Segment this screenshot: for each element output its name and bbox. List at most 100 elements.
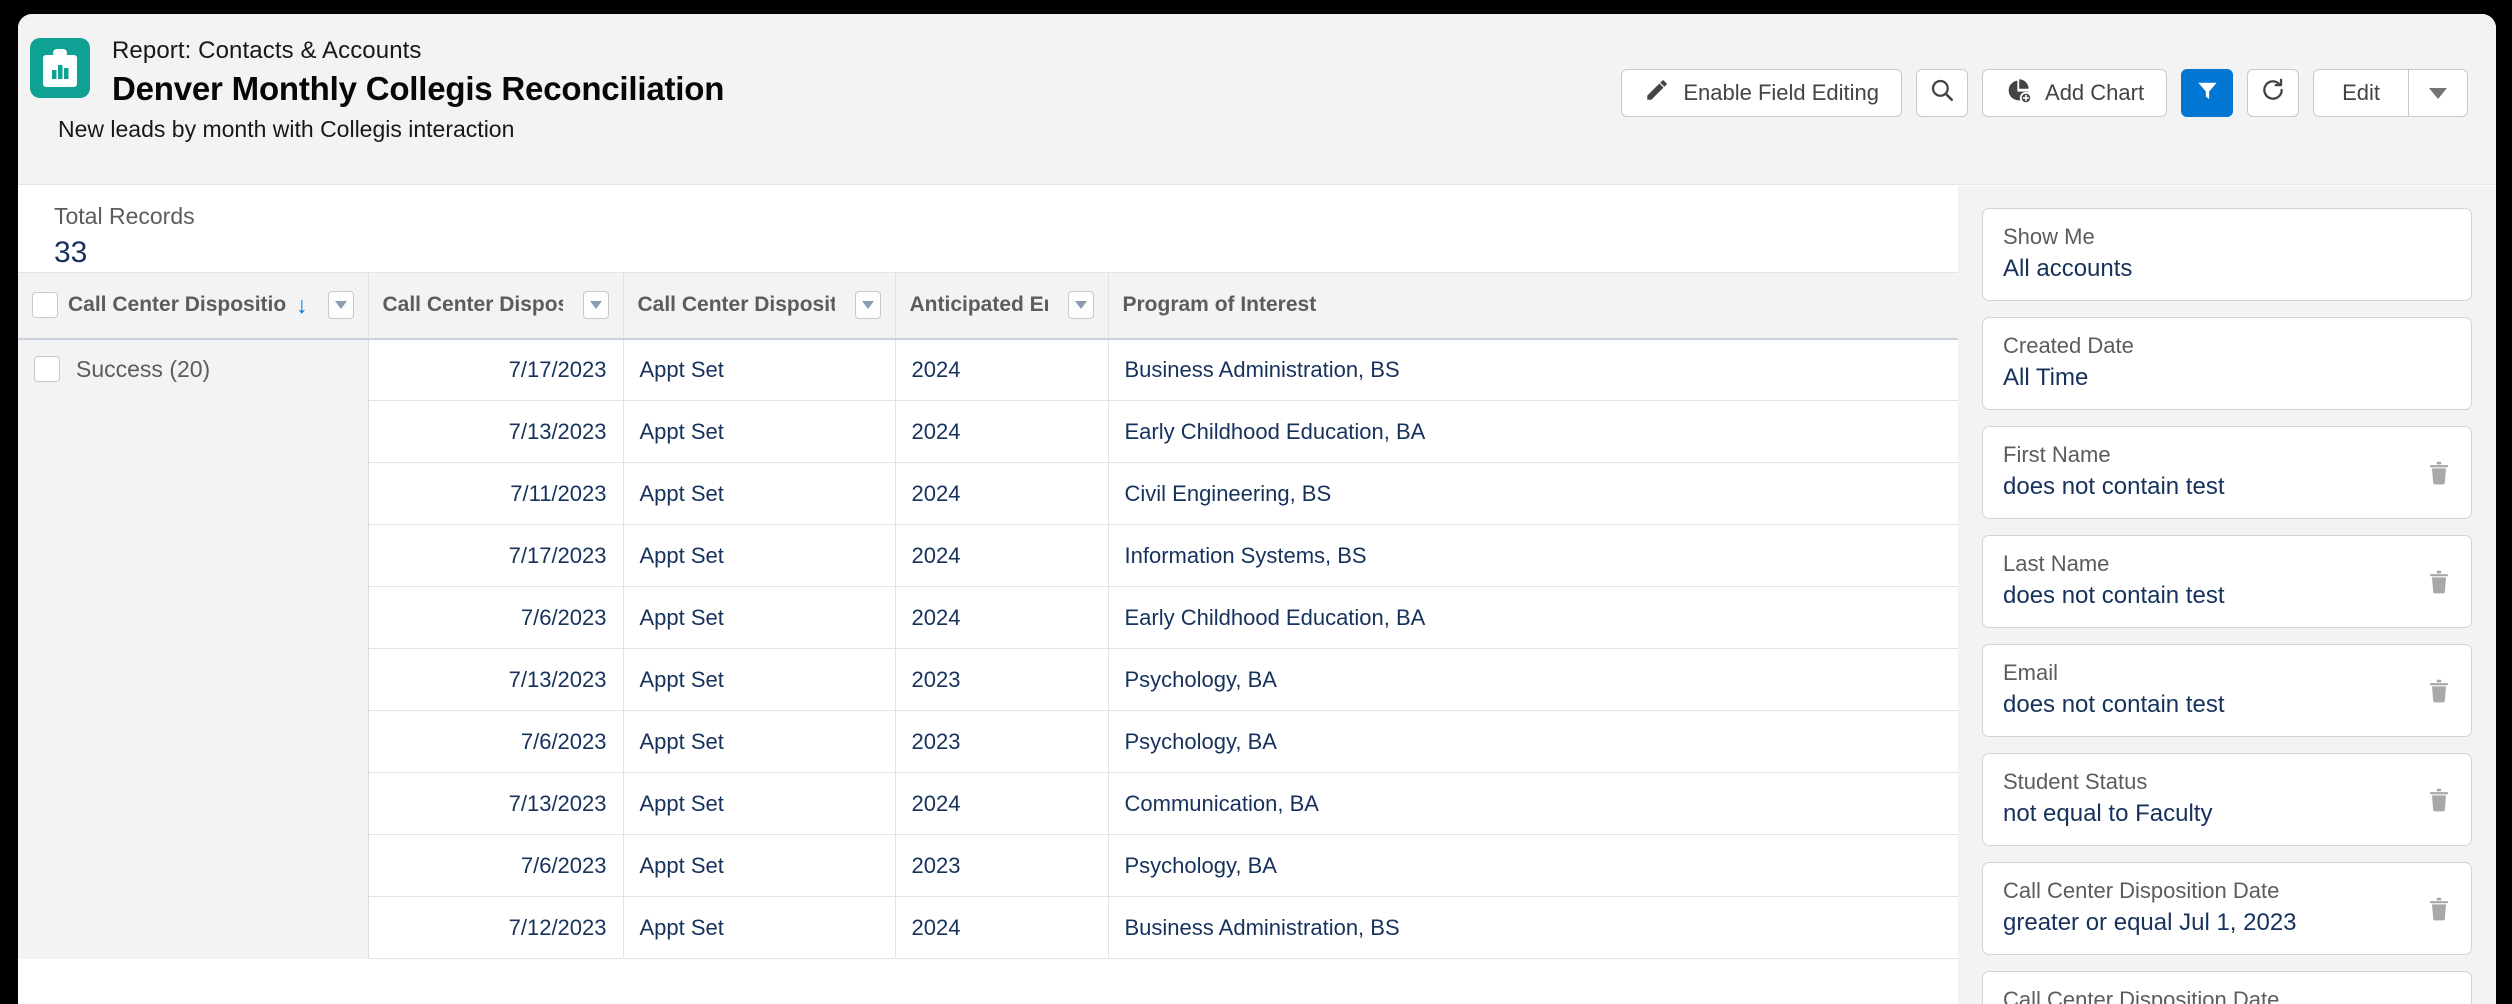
trash-icon[interactable] [2425,459,2453,487]
chevron-down-icon [1074,301,1087,310]
column-header-anticipated-entry-term[interactable]: Anticipated Entry Term [895,272,1109,340]
search-button[interactable] [1916,69,1969,117]
group-cell-success[interactable]: Success (20) [18,338,369,959]
column-menu-button[interactable] [327,291,354,320]
filter-label: Student Status [2003,769,2148,794]
column-menu-button[interactable] [1067,291,1094,320]
enable-field-editing-button[interactable]: Enable Field Editing [1621,69,1903,117]
app-root: Report: Contacts & Accounts Denver Month… [0,0,2512,1004]
table-row[interactable]: Success (20) 7/17/2023 Appt Set 2024 Bus… [18,338,1958,959]
cell-disposition-date: 7/13/2023 [368,648,624,711]
cell-program-of-interest: Psychology, BA [1108,648,1958,711]
chevron-down-icon [2429,87,2447,99]
edit-button[interactable]: Edit [2314,70,2408,116]
cell-disposition-status: Appt Set [623,524,896,587]
filter-value: does not contain test [2003,582,2225,609]
cell-disposition-date: 7/13/2023 [368,772,624,835]
column-header-disposition-status[interactable]: Call Center Disposition Status [623,272,896,340]
chevron-down-icon [861,301,874,310]
total-records-label: Total Records [54,203,195,229]
trash-icon[interactable] [2425,568,2453,596]
cell-disposition-status: Appt Set [623,338,896,401]
cell-entry-term: 2024 [895,772,1109,835]
column-header-label: Call Center Disposition Status [637,293,835,317]
chevron-down-icon [589,301,602,310]
filter-value: does not contain test [2003,473,2225,500]
chevron-down-icon [334,301,347,310]
filter-item-disposition-date-from[interactable]: Call Center Disposition Date greater or … [1982,862,2472,955]
cell-disposition-date: 7/17/2023 [368,524,624,587]
filter-value: not equal to Faculty [2003,800,2213,827]
pencil-icon [1644,77,1670,109]
cell-disposition-status: Appt Set [623,462,896,525]
trash-icon[interactable] [2425,786,2453,814]
column-menu-button[interactable] [854,291,881,320]
cell-disposition-status: Appt Set [623,710,896,773]
cell-disposition-date: 7/6/2023 [368,834,624,897]
filter-label: Created Date [2003,333,2134,358]
cell-program-of-interest: Early Childhood Education, BA [1108,400,1958,463]
filter-item-first-name[interactable]: First Name does not contain test [1982,426,2472,519]
report-header: Report: Contacts & Accounts Denver Month… [18,14,2496,185]
cell-disposition-date: 7/6/2023 [368,710,624,773]
edit-menu-button[interactable] [2409,70,2467,116]
column-header-program-of-interest[interactable]: Program of Interest [1108,272,1958,340]
add-chart-button[interactable]: Add Chart [1982,69,2168,117]
filter-value: All Time [2003,364,2089,391]
cell-entry-term: 2024 [895,338,1109,401]
column-menu-button[interactable] [582,291,609,320]
filter-label: First Name [2003,442,2111,467]
column-header-label: Program of Interest [1122,293,1317,317]
table-header-row: Call Center Disposition Category ↓ Call … [18,272,1958,340]
pie-chart-add-icon [2005,77,2033,110]
filter-item-show-me[interactable]: Show Me All accounts [1982,208,2472,301]
filter-item-student-status[interactable]: Student Status not equal to Faculty [1982,753,2472,846]
report-type-label: Report: Contacts & Accounts [112,37,422,64]
cell-disposition-status: Appt Set [623,400,896,463]
column-header-disposition-category[interactable]: Call Center Disposition Category ↓ [18,272,369,340]
cell-entry-term: 2023 [895,648,1109,711]
arrow-down-icon[interactable]: ↓ [296,293,308,317]
cell-entry-term: 2024 [895,524,1109,587]
cell-disposition-date: 7/11/2023 [368,462,624,525]
page-title: Denver Monthly Collegis Reconciliation [112,70,725,107]
filter-label: Last Name [2003,551,2110,576]
table-body: Success (20) 7/17/2023 Appt Set 2024 Bus… [18,338,1958,959]
cell-program-of-interest: Early Childhood Education, BA [1108,586,1958,649]
refresh-button[interactable] [2247,69,2300,117]
filter-label: Email [2003,660,2059,685]
filters-panel: Show Me All accounts Created Date All Ti… [1958,186,2496,1004]
trash-icon[interactable] [2425,895,2453,923]
cell-disposition-status: Appt Set [623,772,896,835]
filter-item-last-name[interactable]: Last Name does not contain test [1982,535,2472,628]
column-header-disposition-date[interactable]: Call Center Disposition Date [368,272,624,340]
cell-program-of-interest: Communication, BA [1108,772,1958,835]
report-table-scroll[interactable]: Call Center Disposition Category ↓ Call … [18,272,1958,1004]
cell-disposition-date: 7/13/2023 [368,400,624,463]
cell-program-of-interest: Psychology, BA [1108,834,1958,897]
cell-entry-term: 2024 [895,462,1109,525]
cell-disposition-date: 7/6/2023 [368,586,624,649]
report-description: New leads by month with Collegis interac… [58,116,515,142]
group-label: Success (20) [76,355,211,382]
refresh-icon [2260,77,2286,109]
filter-value: All accounts [2003,255,2133,282]
trash-icon[interactable] [2425,677,2453,705]
filter-label: Call Center Disposition Date [2003,878,2280,903]
group-checkbox[interactable] [34,356,60,382]
filter-value: does not contain test [2003,691,2225,718]
cell-program-of-interest: Civil Engineering, BS [1108,462,1958,525]
filter-toggle-button[interactable] [2181,69,2234,117]
filter-item-disposition-date-to[interactable]: Call Center Disposition Date less or equ… [1982,971,2472,1004]
edit-button-group: Edit [2313,69,2468,117]
cell-program-of-interest: Business Administration, BS [1108,338,1958,401]
cell-disposition-status: Appt Set [623,586,896,649]
filter-item-email[interactable]: Email does not contain test [1982,644,2472,737]
report-table: Call Center Disposition Category ↓ Call … [18,272,1958,959]
column-header-label: Anticipated Entry Term [909,293,1048,317]
select-all-checkbox[interactable] [32,292,58,319]
filter-item-created-date[interactable]: Created Date All Time [1982,317,2472,410]
cell-disposition-status: Appt Set [623,648,896,711]
cell-program-of-interest: Information Systems, BS [1108,524,1958,587]
cell-disposition-status: Appt Set [623,896,896,959]
